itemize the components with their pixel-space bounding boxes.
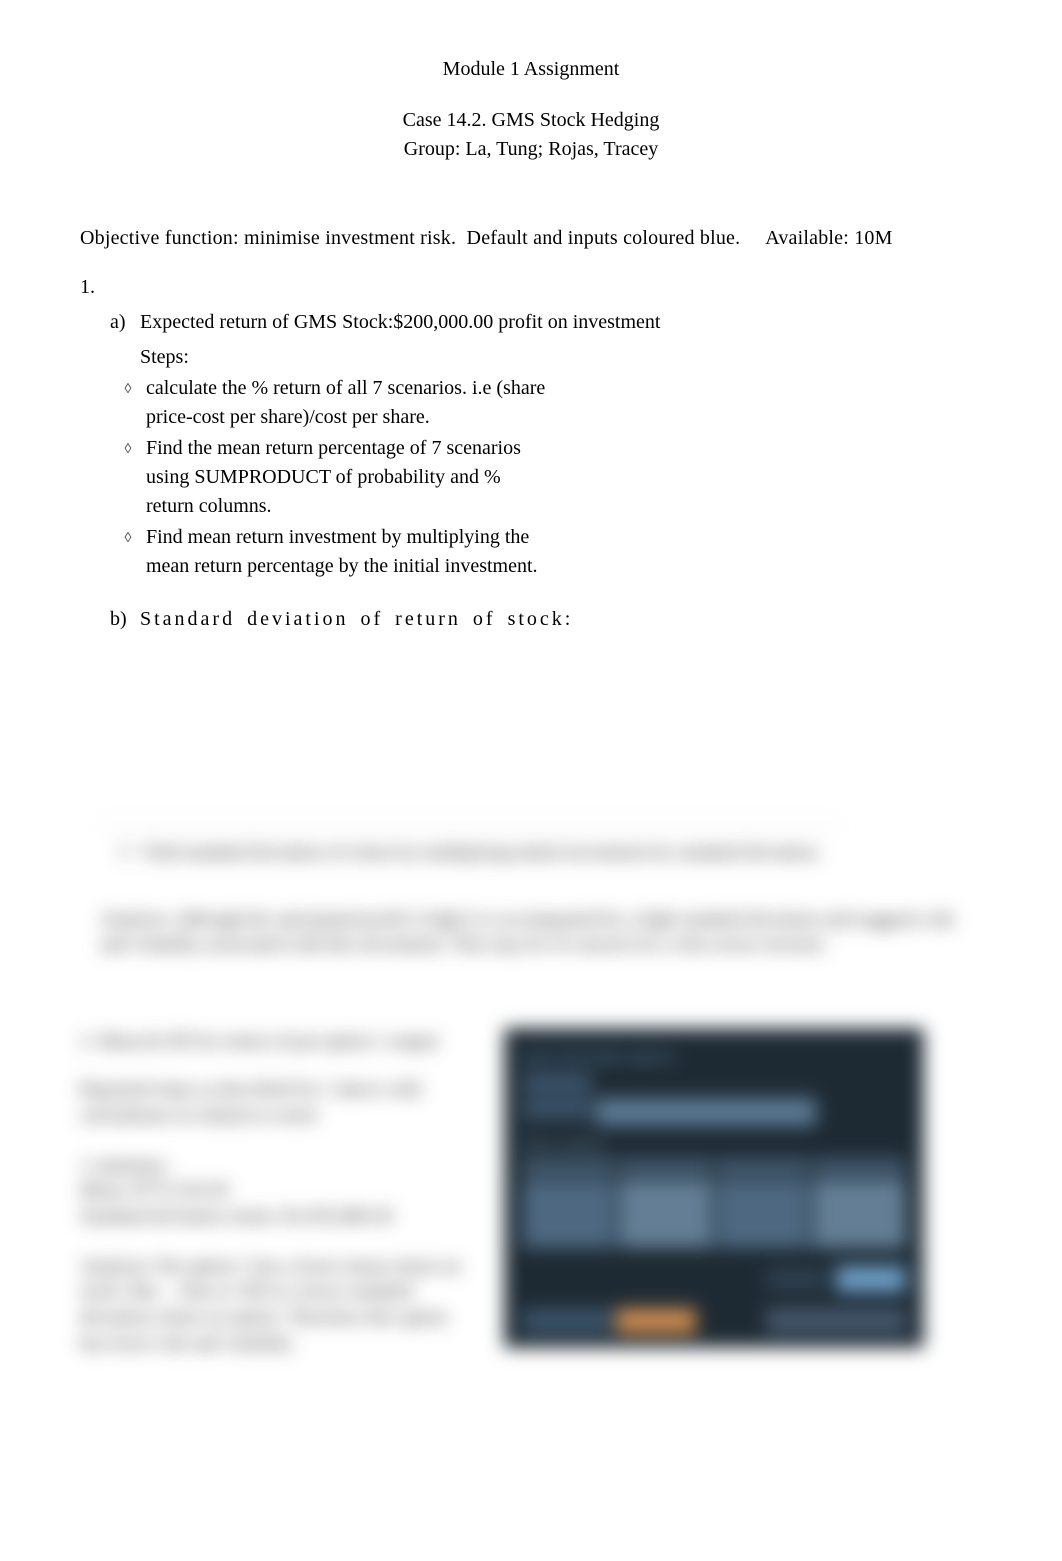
ss-data-col [522,1180,615,1248]
bullet-2: ◊ Find the mean return percentage of 7 s… [80,434,982,521]
blur-sd-bullet: ◊ Find standard deviation of return by m… [80,839,982,867]
steps-label: Steps: [80,343,982,372]
ss-data-col [813,1180,906,1248]
lower-two-column: 2. Mean & SD for return of put option 1 … [80,1028,982,1380]
ss-data-col [619,1180,712,1248]
ss-mean-label [766,1269,826,1289]
ss-header-cell [522,1158,615,1176]
item-1a-label: a) [110,308,140,337]
ss-cell [596,1098,816,1126]
ss-cell [522,1098,592,1120]
ss-footer-cell [522,1308,612,1334]
page-title: Module 1 Assignment [80,55,982,84]
ss-footer-cell [766,1308,906,1334]
ss-value-cell [836,1266,906,1292]
bullet-1: ◊ calculate the % return of all 7 scenar… [80,374,982,432]
item-1a-text: Expected return of GMS Stock:$200,000.00… [140,308,940,337]
q2-mean: Mean: $775,510.20 [80,1178,470,1204]
ss-header-cell [716,1158,809,1176]
bullet-2-text: Find the mean return percentage of 7 sce… [146,434,546,521]
ss-row-2 [522,1098,906,1126]
divider-line [100,824,840,825]
item-1b-label: b) [110,605,140,634]
question-1-number: 1. [80,273,982,302]
bullet-1-text: calculate the % return of all 7 scenario… [146,374,546,432]
question-2-title: 2. Mean & SD for return of put option 1 … [80,1028,470,1056]
subtitle-block: Case 14.2. GMS Stock Hedging Group: La, … [80,106,982,164]
item-1b-text: Standard deviation of return of stock: [140,608,573,630]
bullet-3: ◊ Find mean return investment by multipl… [80,523,982,581]
ss-cell [522,1072,592,1094]
ss-header-cell [619,1158,712,1176]
bullet-icon: ◊ [110,434,146,521]
ss-row-1 [522,1072,906,1094]
ss-header-cell [813,1158,906,1176]
bullet-icon: ◊ [120,842,129,863]
bullet-3-text: Find mean return investment by multiplyi… [146,523,546,581]
objective-line: Objective function: minimise investment … [80,224,982,253]
ss-column-headers [522,1158,906,1176]
group-line: Group: La, Tung; Rojas, Tracey [80,135,982,164]
q2-summary-label: 1 summary: [80,1153,470,1179]
item-1a: a)Expected return of GMS Stock:$200,000.… [80,308,982,337]
bullet-icon: ◊ [110,523,146,581]
ss-bottom-row [522,1266,906,1292]
ss-footer-row [522,1308,906,1334]
q2-sd: Standard deviation return: $1,935,000.20 [80,1204,470,1230]
spreadsheet-screenshot: Input Information (given) Return analysi… [504,1028,924,1348]
case-line: Case 14.2. GMS Stock Hedging [80,106,982,135]
blur-analysis-paragraph: Analysis: although the anticipated profi… [80,907,982,958]
item-1b: b)Standard deviation of return of stock: [80,605,982,634]
blurred-preview-region: ◊ Find standard deviation of return by m… [80,824,982,1380]
q2-paragraph-1: Repeated steps as described for 1 above … [80,1077,470,1128]
ss-footer-highlight-cell [616,1308,696,1334]
q2-paragraph-2: Analysis: Put option 1 has a lower mean … [80,1254,470,1357]
ss-data-col [716,1180,809,1248]
ss-data-grid [522,1180,906,1248]
q2-summary-block: 1 summary: Mean: $775,510.20 Standard de… [80,1153,470,1230]
blur-sd-text: Find standard deviation of return by mul… [144,842,822,863]
ss-title: Input Information (given) [522,1046,906,1066]
bullet-icon: ◊ [110,374,146,432]
question-2-column: 2. Mean & SD for return of put option 1 … [80,1028,470,1380]
ss-section-label: Return analysis [522,1136,906,1153]
